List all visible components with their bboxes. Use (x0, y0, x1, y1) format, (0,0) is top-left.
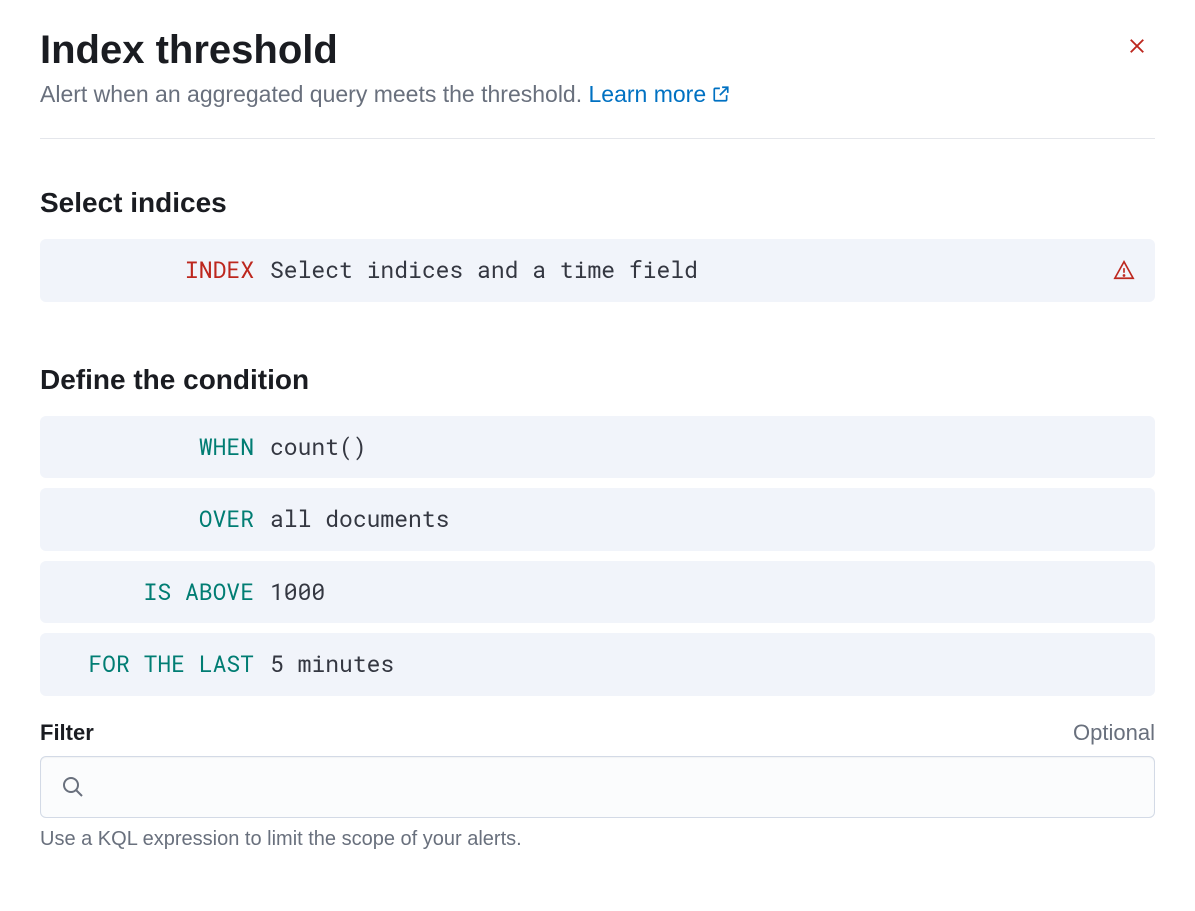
index-expression[interactable]: INDEX Select indices and a time field (40, 239, 1155, 302)
learn-more-link[interactable]: Learn more (589, 78, 731, 110)
filter-optional-label: Optional (1073, 720, 1155, 746)
filter-help-text: Use a KQL expression to limit the scope … (40, 828, 1155, 851)
for-the-last-expression[interactable]: FOR THE LAST 5 minutes (40, 633, 1155, 696)
when-value: count() (270, 430, 367, 465)
select-indices-heading: Select indices (40, 187, 1155, 219)
over-value: all documents (270, 502, 449, 537)
for-the-last-keyword: FOR THE LAST (60, 647, 270, 682)
index-value: Select indices and a time field (270, 253, 698, 288)
subtitle-text: Alert when an aggregated query meets the… (40, 81, 589, 107)
over-expression[interactable]: OVER all documents (40, 488, 1155, 551)
is-above-value: 1000 (270, 575, 325, 610)
index-keyword: INDEX (60, 253, 270, 288)
search-icon (61, 775, 85, 799)
page-subtitle: Alert when an aggregated query meets the… (40, 78, 1119, 110)
close-icon (1127, 36, 1147, 56)
warning-icon (1113, 259, 1135, 281)
is-above-expression[interactable]: IS ABOVE 1000 (40, 561, 1155, 624)
header-divider (40, 138, 1155, 139)
filter-input-container[interactable] (40, 756, 1155, 818)
close-button[interactable] (1119, 28, 1155, 64)
over-keyword: OVER (60, 502, 270, 537)
is-above-keyword: IS ABOVE (60, 575, 270, 610)
filter-label: Filter (40, 720, 94, 746)
popout-icon (712, 85, 730, 103)
page-title: Index threshold (40, 28, 1119, 72)
define-condition-heading: Define the condition (40, 364, 1155, 396)
when-expression[interactable]: WHEN count() (40, 416, 1155, 479)
when-keyword: WHEN (60, 430, 270, 465)
for-the-last-value: 5 minutes (270, 647, 394, 682)
filter-input[interactable] (97, 775, 1134, 798)
